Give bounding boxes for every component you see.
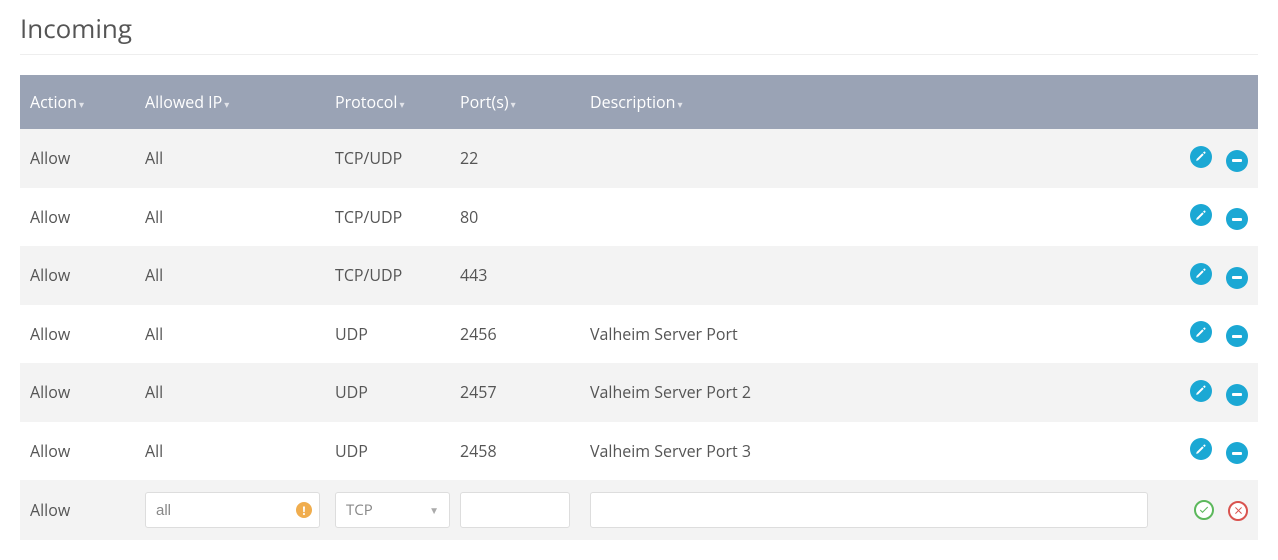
confirm-button[interactable]: [1194, 500, 1214, 520]
cell-action: Allow: [20, 188, 135, 247]
cell-ports: 80: [450, 188, 580, 247]
edit-button[interactable]: [1190, 321, 1212, 343]
sort-icon: ▾: [79, 97, 84, 111]
table-row: Allow All UDP 2457 Valheim Server Port 2: [20, 363, 1258, 422]
protocol-select[interactable]: TCP▼: [335, 492, 450, 528]
minus-icon: [1232, 393, 1242, 396]
sort-icon: ▾: [511, 97, 516, 111]
sort-icon: ▾: [399, 97, 404, 111]
cell-action: Allow: [20, 129, 135, 188]
divider: [20, 54, 1258, 55]
table-row: Allow All UDP 2458 Valheim Server Port 3: [20, 422, 1258, 481]
cell-description: Valheim Server Port 2: [580, 363, 1158, 422]
edit-button[interactable]: [1190, 263, 1212, 285]
cell-protocol: UDP: [325, 363, 450, 422]
cancel-button[interactable]: [1228, 501, 1248, 521]
table-row: Allow All TCP/UDP 443: [20, 246, 1258, 305]
minus-icon: [1232, 276, 1242, 279]
cell-action: Allow: [20, 363, 135, 422]
cell-allowed-ip: All: [135, 129, 325, 188]
edit-button[interactable]: [1190, 204, 1212, 226]
minus-icon: [1232, 159, 1242, 162]
ports-input[interactable]: [460, 492, 570, 528]
cell-allowed-ip: All: [135, 305, 325, 364]
table-row: Allow All UDP 2456 Valheim Server Port: [20, 305, 1258, 364]
cell-description: [580, 129, 1158, 188]
cell-action: Allow: [20, 422, 135, 481]
minus-icon: [1232, 335, 1242, 338]
col-header-description[interactable]: Description▾: [580, 75, 1158, 129]
sort-icon: ▾: [224, 97, 229, 111]
pencil-icon: [1195, 327, 1206, 338]
cell-protocol: UDP: [325, 305, 450, 364]
new-rule-row: Allow ! TCP▼: [20, 480, 1258, 540]
cell-ports: 443: [450, 246, 580, 305]
x-icon: [1233, 505, 1244, 516]
cell-protocol: TCP/UDP: [325, 188, 450, 247]
cell-protocol: TCP/UDP: [325, 246, 450, 305]
remove-button[interactable]: [1226, 150, 1248, 172]
col-header-protocol[interactable]: Protocol▾: [325, 75, 450, 129]
allowed-ip-input[interactable]: [145, 492, 320, 528]
cell-allowed-ip: All: [135, 246, 325, 305]
remove-button[interactable]: [1226, 325, 1248, 347]
remove-button[interactable]: [1226, 267, 1248, 289]
col-header-ports[interactable]: Port(s)▾: [450, 75, 580, 129]
cell-protocol: TCP/UDP: [325, 129, 450, 188]
table-row: Allow All TCP/UDP 22: [20, 129, 1258, 188]
remove-button[interactable]: [1226, 208, 1248, 230]
minus-icon: [1232, 452, 1242, 455]
col-header-allowed-ip[interactable]: Allowed IP▾: [135, 75, 325, 129]
col-header-action[interactable]: Action▾: [20, 75, 135, 129]
cell-description: [580, 246, 1158, 305]
table-row: Allow All TCP/UDP 80: [20, 188, 1258, 247]
edit-button[interactable]: [1190, 146, 1212, 168]
pencil-icon: [1195, 268, 1206, 279]
sort-icon: ▾: [677, 97, 682, 111]
cell-description: Valheim Server Port: [580, 305, 1158, 364]
remove-button[interactable]: [1226, 442, 1248, 464]
firewall-rules-table: Action▾ Allowed IP▾ Protocol▾ Port(s)▾ D…: [20, 75, 1258, 540]
cell-ports: 22: [450, 129, 580, 188]
cell-action: Allow: [20, 246, 135, 305]
cell-protocol: UDP: [325, 422, 450, 481]
cell-ports: 2458: [450, 422, 580, 481]
pencil-icon: [1195, 444, 1206, 455]
col-header-actions: [1158, 75, 1258, 129]
section-title: Incoming: [20, 10, 1258, 46]
cell-allowed-ip: All: [135, 188, 325, 247]
cell-description: Valheim Server Port 3: [580, 422, 1158, 481]
description-input[interactable]: [590, 492, 1148, 528]
pencil-icon: [1195, 151, 1206, 162]
pencil-icon: [1195, 210, 1206, 221]
cell-ports: 2457: [450, 363, 580, 422]
edit-button[interactable]: [1190, 380, 1212, 402]
edit-button[interactable]: [1190, 438, 1212, 460]
cell-description: [580, 188, 1158, 247]
cell-action: Allow: [20, 480, 135, 540]
check-icon: [1198, 504, 1210, 516]
cell-allowed-ip: All: [135, 422, 325, 481]
minus-icon: [1232, 218, 1242, 221]
cell-allowed-ip: All: [135, 363, 325, 422]
remove-button[interactable]: [1226, 384, 1248, 406]
cell-ports: 2456: [450, 305, 580, 364]
cell-action: Allow: [20, 305, 135, 364]
warning-icon: !: [296, 502, 312, 518]
pencil-icon: [1195, 385, 1206, 396]
